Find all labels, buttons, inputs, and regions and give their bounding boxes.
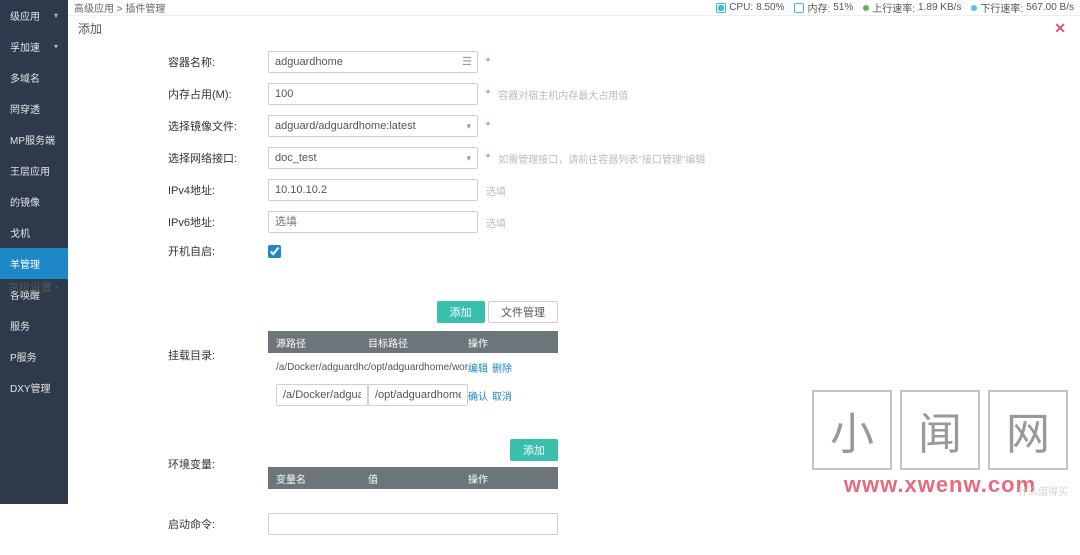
memory-icon	[794, 3, 804, 13]
container-name-label: 容器名称:	[168, 54, 268, 70]
status-bar: CPU: 8.50% 内存: 51% 上行速率: 1.89 KB/s 下行速率:…	[716, 0, 1074, 15]
form: 高级设置▾ 容器名称: ☰ * 内存占用(M): * 容器对宿主机内存最大占用值…	[68, 41, 1080, 555]
list-icon[interactable]: ☰	[462, 55, 472, 68]
sidebar-item-3[interactable]: 罔穿透	[0, 93, 68, 124]
close-icon[interactable]: ✕	[1050, 20, 1070, 37]
chevron-down-icon: ▾	[54, 42, 58, 51]
image-label: 选择镜像文件:	[168, 118, 268, 134]
panel-header: 添加 ✕	[68, 16, 1080, 41]
ipv6-label: IPv6地址:	[168, 214, 268, 230]
mount-col-dst: 目标路径	[368, 335, 468, 350]
sidebar: 级应用▾ 孚加速▾ 多域名 罔穿透 MP服务端 王层应用 的镜像 戈机 羊管理 …	[0, 0, 68, 504]
mount-dst-input[interactable]	[368, 384, 468, 406]
net-hint: 如需管理接口，请前往容器列表"接口管理"编辑	[498, 151, 705, 166]
chevron-down-icon: ▾	[466, 153, 471, 164]
sidebar-item-6[interactable]: 的镜像	[0, 186, 68, 217]
upload-icon	[863, 5, 869, 11]
mem-label: 内存占用(M):	[168, 86, 268, 102]
sidebar-item-1[interactable]: 孚加速▾	[0, 31, 68, 62]
sidebar-item-2[interactable]: 多域名	[0, 62, 68, 93]
env-col-name: 变量名	[268, 471, 368, 486]
cpu-icon	[716, 3, 726, 13]
sidebar-item-10[interactable]: 服务	[0, 310, 68, 341]
mount-add-button[interactable]: 添加	[437, 301, 485, 323]
sidebar-item-11[interactable]: P服务	[0, 341, 68, 372]
env-col-ops: 操作	[468, 471, 558, 486]
sidebar-item-7[interactable]: 戈机	[0, 217, 68, 248]
mount-edit-row: 确认 取消	[268, 381, 558, 409]
env-add-button[interactable]: 添加	[510, 439, 558, 461]
mount-row: /a/Docker/adguardhome /opt/adguardhome/w…	[268, 353, 558, 381]
mount-cancel-link[interactable]: 取消	[492, 388, 512, 403]
net-label: 选择网络接口:	[168, 150, 268, 166]
download-icon	[971, 5, 977, 11]
image-select[interactable]: adguard/adguardhome:latest▾	[268, 115, 478, 137]
sidebar-item-5[interactable]: 王层应用	[0, 155, 68, 186]
panel-title: 添加	[78, 20, 102, 37]
chevron-down-icon: ▾	[55, 283, 59, 292]
container-name-input[interactable]	[268, 51, 478, 73]
mount-src-input[interactable]	[276, 384, 368, 406]
breadcrumb: 高级应用 > 插件管理	[74, 0, 165, 15]
mount-edit-link[interactable]: 编辑	[468, 360, 488, 375]
ipv4-input[interactable]	[268, 179, 478, 201]
mount-delete-link[interactable]: 删除	[492, 360, 512, 375]
chevron-down-icon: ▾	[54, 11, 58, 20]
mem-hint: 容器对宿主机内存最大占用值	[498, 87, 628, 102]
env-col-val: 值	[368, 471, 468, 486]
breadcrumb-a[interactable]: 高级应用	[74, 4, 114, 15]
mount-table: 源路径 目标路径 操作 /a/Docker/adguardhome /opt/a…	[268, 331, 558, 409]
advanced-toggle[interactable]: 高级设置▾	[8, 279, 59, 295]
breadcrumb-b[interactable]: 插件管理	[125, 4, 165, 15]
autostart-label: 开机自启:	[168, 243, 268, 259]
main: 高级应用 > 插件管理 CPU: 8.50% 内存: 51% 上行速率: 1.8…	[68, 0, 1080, 504]
mem-input[interactable]	[268, 83, 478, 105]
sidebar-item-8[interactable]: 羊管理	[0, 248, 68, 279]
file-manager-button[interactable]: 文件管理	[488, 301, 558, 323]
autostart-checkbox[interactable]	[268, 245, 281, 258]
cmd-label: 启动命令:	[168, 516, 268, 532]
sidebar-item-4[interactable]: MP服务端	[0, 124, 68, 155]
cmd-input[interactable]	[268, 513, 558, 535]
env-label: 环境变量:	[168, 456, 268, 472]
mount-label: 挂载目录:	[168, 347, 268, 363]
env-table: 变量名 值 操作	[268, 467, 558, 489]
net-select[interactable]: doc_test▾	[268, 147, 478, 169]
mount-confirm-link[interactable]: 确认	[468, 388, 488, 403]
ipv4-label: IPv4地址:	[168, 182, 268, 198]
sidebar-item-12[interactable]: DXY管理	[0, 372, 68, 403]
mount-col-src: 源路径	[268, 335, 368, 350]
topbar: 高级应用 > 插件管理 CPU: 8.50% 内存: 51% 上行速率: 1.8…	[68, 0, 1080, 16]
sidebar-item-0[interactable]: 级应用▾	[0, 0, 68, 31]
ipv6-input[interactable]	[268, 211, 478, 233]
chevron-down-icon: ▾	[466, 121, 471, 132]
mount-col-ops: 操作	[468, 335, 558, 350]
